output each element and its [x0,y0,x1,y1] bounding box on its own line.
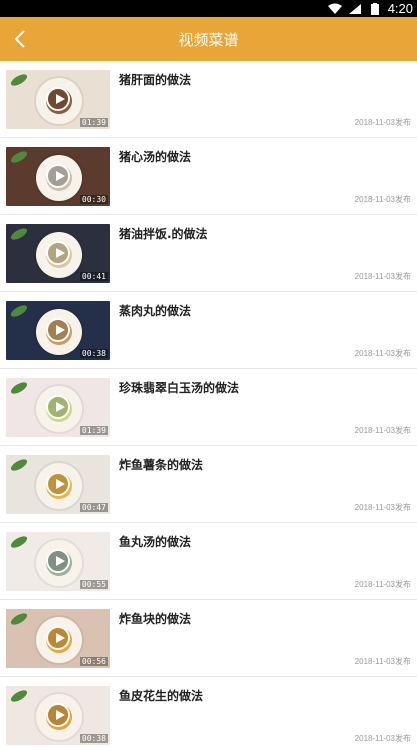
video-thumbnail[interactable]: 00:30 [6,147,110,206]
recipe-list-item[interactable]: 01:39 珍珠翡翠白玉汤的做法 2018-11-03发布 [0,369,417,446]
publish-date: 2018-11-03发布 [354,657,411,666]
app-bar: 视频菜谱 [0,17,417,61]
recipe-title: 猪心汤的做法 [119,150,192,164]
publish-date: 2018-11-03发布 [354,503,411,512]
back-button[interactable] [8,25,32,53]
recipe-list-item[interactable]: 00:30 猪心汤的做法 2018-11-03发布 [0,138,417,215]
video-thumbnail[interactable]: 00:41 [6,224,110,283]
leaf-decoration [9,688,29,704]
chevron-left-icon [14,30,25,48]
recipe-list-item[interactable]: 01:39 猪肝面的做法 2018-11-03发布 [0,61,417,138]
recipe-title: 蒸肉丸的做法 [119,304,192,318]
video-thumbnail[interactable]: 00:38 [6,686,110,745]
status-icons: 4:20 [327,0,413,17]
leaf-decoration [9,534,29,550]
video-duration: 00:38 [79,734,108,743]
publish-date: 2018-11-03发布 [354,734,411,743]
video-duration: 01:39 [79,118,108,127]
recipe-title: 猪肝面的做法 [119,73,192,87]
video-duration: 00:38 [79,349,108,358]
recipe-title: 炸鱼块的做法 [119,612,192,626]
leaf-decoration [9,457,29,473]
publish-date: 2018-11-03发布 [354,426,411,435]
recipe-title: 猪油拌饭.的做法 [119,227,208,241]
recipe-title: 珍珠翡翠白玉汤的做法 [119,381,240,395]
publish-date: 2018-11-03发布 [354,580,411,589]
leaf-decoration [9,303,29,319]
recipe-list-item[interactable]: 00:55 鱼丸汤的做法 2018-11-03发布 [0,523,417,600]
play-icon[interactable] [46,164,70,188]
leaf-decoration [9,149,29,165]
recipe-title: 炸鱼薯条的做法 [119,458,204,472]
play-icon[interactable] [46,318,70,342]
video-thumbnail[interactable]: 00:55 [6,532,110,591]
play-icon[interactable] [46,472,70,496]
recipe-list-item[interactable]: 00:56 炸鱼块的做法 2018-11-03发布 [0,600,417,677]
publish-date: 2018-11-03发布 [354,118,411,127]
play-icon[interactable] [46,703,70,727]
play-icon[interactable] [46,626,70,650]
play-icon[interactable] [46,241,70,265]
recipe-list[interactable]: 01:39 猪肝面的做法 2018-11-03发布 00:30 猪心汤的做法 2018-1… [0,61,417,747]
video-duration: 00:56 [79,657,108,666]
status-time: 4:20 [387,1,413,16]
video-duration: 00:55 [79,580,108,589]
video-thumbnail[interactable]: 00:38 [6,301,110,360]
battery-icon [368,2,382,15]
recipe-list-item[interactable]: 00:38 鱼皮花生的做法 2018-11-03发布 [0,677,417,747]
recipe-title: 鱼丸汤的做法 [119,535,192,549]
play-icon[interactable] [46,87,70,111]
video-thumbnail[interactable]: 00:56 [6,609,110,668]
leaf-decoration [9,72,29,88]
leaf-decoration [9,380,29,396]
cell-signal-icon [348,3,362,15]
wifi-icon [327,3,342,15]
recipe-title: 鱼皮花生的做法 [119,689,204,703]
publish-date: 2018-11-03发布 [354,272,411,281]
status-bar: 4:20 [0,0,417,17]
video-duration: 00:30 [79,195,108,204]
publish-date: 2018-11-03发布 [354,349,411,358]
play-icon[interactable] [46,395,70,419]
leaf-decoration [9,226,29,242]
recipe-list-item[interactable]: 00:47 炸鱼薯条的做法 2018-11-03发布 [0,446,417,523]
video-thumbnail[interactable]: 01:39 [6,70,110,129]
video-thumbnail[interactable]: 00:47 [6,455,110,514]
play-icon[interactable] [46,549,70,573]
video-duration: 00:47 [79,503,108,512]
video-thumbnail[interactable]: 01:39 [6,378,110,437]
recipe-list-item[interactable]: 00:41 猪油拌饭.的做法 2018-11-03发布 [0,215,417,292]
video-duration: 01:39 [79,426,108,435]
video-duration: 00:41 [79,272,108,281]
page-title: 视频菜谱 [178,30,239,49]
leaf-decoration [9,611,29,627]
publish-date: 2018-11-03发布 [354,195,411,204]
recipe-list-item[interactable]: 00:38 蒸肉丸的做法 2018-11-03发布 [0,292,417,369]
